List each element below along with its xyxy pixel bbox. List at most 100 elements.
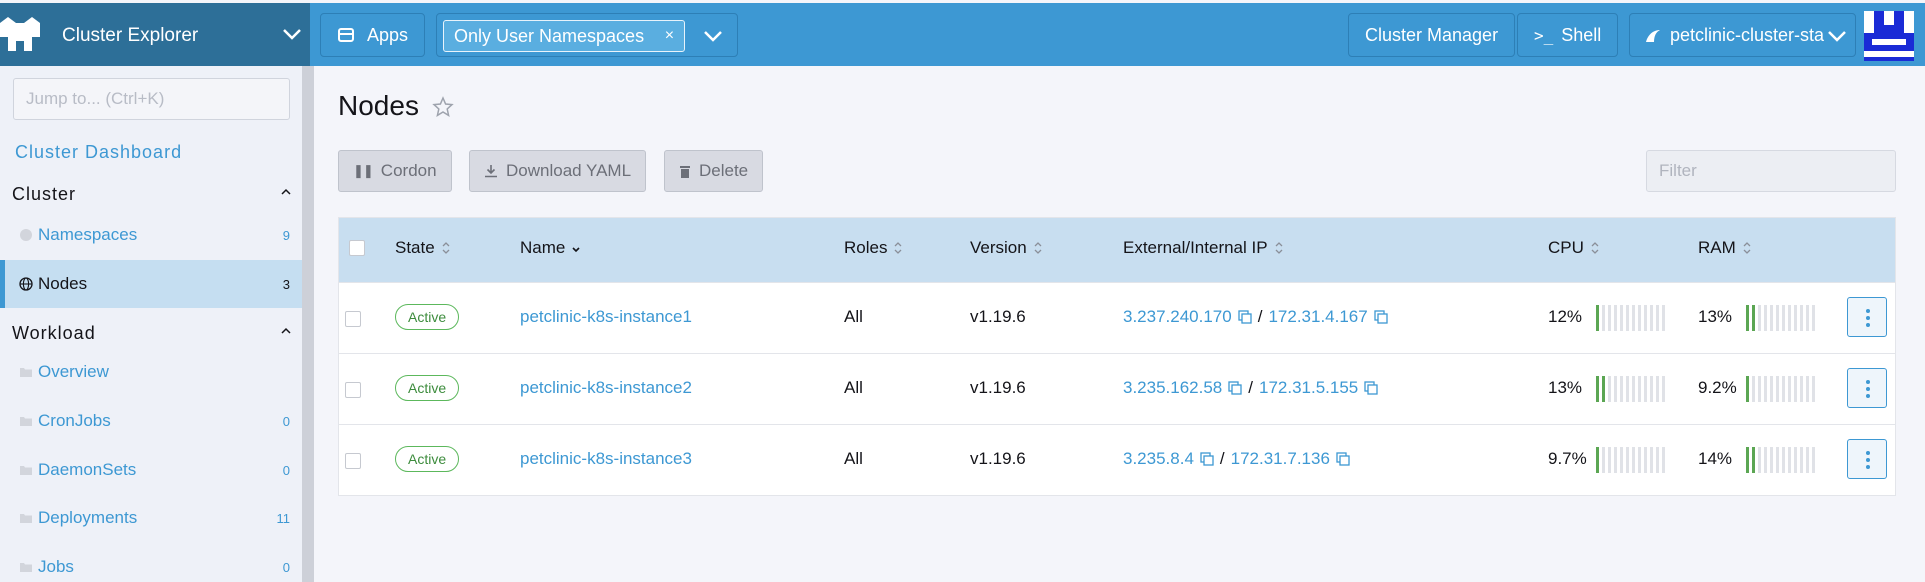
row-checkbox[interactable] [345,453,361,469]
table-row[interactable]: Active petclinic-k8s-instance3 All v1.19… [339,424,1895,495]
sidebar-item-namespaces[interactable]: Namespaces 9 [0,211,302,259]
chevron-down-icon[interactable] [703,29,723,43]
rancher-logo-icon [0,17,40,51]
column-label: Roles [844,238,888,257]
sidebar-item-label: Overview [38,362,109,381]
ram-meter [1746,305,1815,331]
meter-segment [1662,376,1665,402]
sort-desc-icon [572,247,580,253]
meter-segment [1638,305,1641,331]
remove-chip-icon[interactable]: × [665,21,674,51]
column-ip[interactable]: External/Internal IP [1123,238,1284,258]
cluster-dashboard-link[interactable]: Cluster Dashboard [15,142,182,163]
cluster-manager-button[interactable]: Cluster Manager [1348,13,1516,57]
table-row[interactable]: Active petclinic-k8s-instance2 All v1.19… [339,353,1895,424]
meter-segment [1764,376,1767,402]
sidebar-scrollbar[interactable] [302,66,314,582]
column-name[interactable]: Name [520,238,581,258]
node-name-link[interactable]: petclinic-k8s-instance3 [520,449,692,469]
copy-icon[interactable] [1374,310,1388,324]
sidebar-item-cronjobs[interactable]: CronJobs 0 [0,397,302,445]
table-row[interactable]: Active petclinic-k8s-instance1 All v1.19… [339,282,1895,353]
meter-segment [1770,305,1773,331]
jump-to-input[interactable]: Jump to... (Ctrl+K) [13,78,290,120]
kebab-icon [1866,380,1870,398]
node-ips: 3.237.240.170 / 172.31.4.167 [1123,307,1388,327]
cluster-explorer-menu[interactable]: Cluster Explorer [0,3,310,66]
row-actions-button[interactable] [1847,297,1887,337]
copy-icon[interactable] [1336,452,1350,466]
delete-button[interactable]: Delete [664,150,764,192]
sidebar-item-count: 11 [276,510,291,526]
meter-segment [1638,376,1641,402]
meter-segment [1758,376,1761,402]
user-avatar[interactable] [1864,11,1914,61]
meter-segment [1602,376,1605,402]
row-checkbox[interactable] [345,311,361,327]
star-icon[interactable] [432,96,454,118]
section-cluster[interactable]: Cluster [12,184,292,205]
sidebar-item-daemonsets[interactable]: DaemonSets 0 [0,446,302,494]
sidebar-item-count: 0 [282,413,290,429]
meter-segment [1788,376,1791,402]
copy-icon[interactable] [1228,381,1242,395]
download-yaml-button[interactable]: Download YAML [469,150,647,192]
copy-icon[interactable] [1200,452,1214,466]
kebab-icon [1866,451,1870,469]
delete-label: Delete [699,161,749,180]
meter-segment [1620,305,1623,331]
meter-segment [1806,376,1809,402]
sidebar-item-nodes[interactable]: Nodes 3 [0,260,302,308]
row-actions-button[interactable] [1847,368,1887,408]
folder-icon [20,466,32,475]
column-ram[interactable]: RAM [1698,238,1752,258]
top-header: Cluster Explorer Apps Only User Namespac… [0,3,1925,66]
chevron-down-icon [1828,31,1846,42]
row-actions-button[interactable] [1847,439,1887,479]
meter-segment [1776,376,1779,402]
column-state[interactable]: State [395,238,451,258]
sidebar-item-label: Nodes [38,274,88,293]
status-badge: Active [395,304,460,330]
cluster-selector[interactable]: petclinic-cluster-sta [1629,13,1856,57]
external-ip: 3.235.8.4 [1123,449,1194,468]
namespace-filter[interactable]: Only User Namespaces × [436,13,738,57]
row-checkbox[interactable] [345,382,361,398]
sidebar-item-overview[interactable]: Overview [0,348,302,396]
column-cpu[interactable]: CPU [1548,238,1600,258]
node-name-link[interactable]: petclinic-k8s-instance1 [520,307,692,327]
meter-segment [1626,376,1629,402]
section-workload[interactable]: Workload [12,323,292,344]
copy-icon[interactable] [1238,310,1252,324]
sidebar-item-deployments[interactable]: Deployments 11 [0,494,302,542]
sidebar-item-label: Jobs [38,557,74,576]
node-name-link[interactable]: petclinic-k8s-instance2 [520,378,692,398]
cordon-button[interactable]: ❚❚ Cordon [338,150,452,192]
sidebar-item-jobs[interactable]: Jobs 0 [0,543,302,582]
node-roles: All [844,307,863,326]
ram-value: 9.2% [1698,378,1737,397]
shell-button[interactable]: >_ Shell [1517,13,1619,57]
page-title: Nodes [338,90,419,121]
copy-icon[interactable] [1364,381,1378,395]
select-all-checkbox[interactable] [349,240,365,256]
avatar-pattern-icon [1864,11,1914,61]
internal-ip: 172.31.7.136 [1230,449,1330,468]
column-roles[interactable]: Roles [844,238,903,258]
globe-icon [19,277,33,291]
internal-ip: 172.31.5.155 [1259,378,1359,397]
meter-segment [1614,376,1617,402]
section-title: Cluster [12,184,77,204]
sidebar-item-label: Namespaces [38,225,138,244]
apps-button[interactable]: Apps [320,13,426,57]
sidebar-item-count: 3 [282,276,290,292]
meter-segment [1794,376,1797,402]
column-label: State [395,238,435,257]
meter-segment [1650,447,1653,473]
filter-input[interactable]: Filter [1646,150,1896,192]
chevron-down-icon[interactable] [282,27,302,41]
column-version[interactable]: Version [970,238,1043,258]
sidebar-item-label: CronJobs [38,411,111,430]
folder-icon [20,368,32,377]
meter-segment [1638,447,1641,473]
